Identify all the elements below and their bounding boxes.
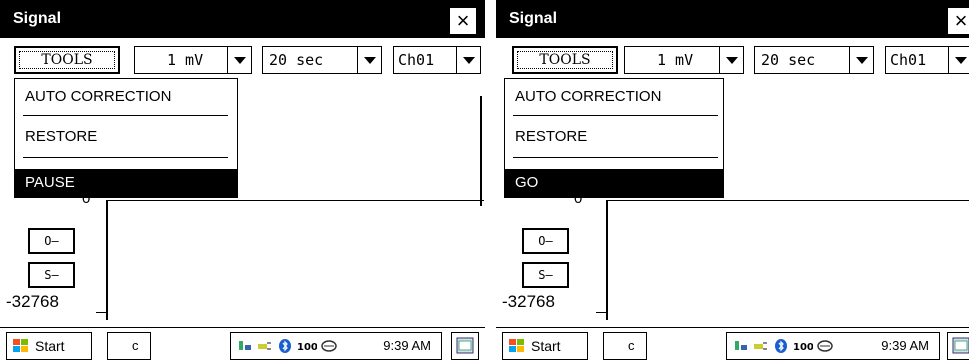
menu-item-restore[interactable]: RESTORE bbox=[15, 125, 237, 149]
svg-text:100: 100 bbox=[297, 342, 317, 353]
svg-text:100: 100 bbox=[793, 342, 813, 353]
battery-icon[interactable]: 100 bbox=[297, 339, 317, 353]
zero-line bbox=[106, 200, 484, 201]
plot-right-edge bbox=[480, 96, 482, 206]
windows-flag-icon bbox=[509, 339, 524, 352]
task-slot[interactable]: c bbox=[603, 332, 647, 360]
system-tray: 100 9:39 AM bbox=[726, 332, 940, 360]
dropdown-arrow-icon[interactable] bbox=[948, 47, 969, 73]
title-bar: Signal × bbox=[0, 0, 485, 38]
menu-separator bbox=[513, 157, 718, 158]
y-min-label: -32768 bbox=[502, 292, 555, 311]
toolbar: TOOLS 1 mV 20 sec Ch01 bbox=[0, 38, 485, 78]
offset-minus-button[interactable]: O– bbox=[522, 228, 569, 254]
signal-window-left: Signal × TOOLS 1 mV 20 sec Ch01 0 O– S– … bbox=[0, 0, 485, 364]
dropdown-arrow-icon[interactable] bbox=[357, 47, 381, 73]
scale-minus-button[interactable]: S– bbox=[28, 262, 75, 288]
tools-menu: AUTO CORRECTION RESTORE GO bbox=[504, 78, 724, 198]
desktop-icon[interactable] bbox=[451, 332, 479, 360]
desktop-icon[interactable] bbox=[947, 332, 969, 360]
channel-select[interactable]: Ch01 bbox=[885, 46, 969, 74]
menu-separator bbox=[23, 157, 228, 158]
sync-icon[interactable] bbox=[817, 339, 833, 353]
task-text: c bbox=[628, 338, 635, 353]
power-icon[interactable] bbox=[257, 339, 273, 353]
y-min-tick bbox=[96, 312, 106, 313]
taskbar: Start c 100 9:39 AM bbox=[496, 327, 969, 364]
start-label: Start bbox=[35, 338, 65, 354]
windows-flag-icon bbox=[13, 339, 28, 352]
time-value: 20 sec bbox=[269, 51, 324, 69]
menu-separator bbox=[513, 115, 718, 116]
tools-button[interactable]: TOOLS bbox=[512, 46, 618, 74]
clock[interactable]: 9:39 AM bbox=[881, 333, 929, 359]
menu-separator bbox=[23, 115, 228, 116]
power-icon[interactable] bbox=[753, 339, 769, 353]
battery-icon[interactable]: 100 bbox=[793, 339, 813, 353]
window-title: Signal bbox=[13, 10, 62, 27]
bluetooth-icon[interactable] bbox=[277, 339, 293, 353]
channel-value: Ch01 bbox=[890, 51, 927, 69]
scale-value: 1 mV bbox=[167, 51, 204, 69]
menu-item-pause[interactable]: PAUSE bbox=[15, 169, 237, 197]
task-text: c bbox=[132, 338, 139, 353]
tools-menu: AUTO CORRECTION RESTORE PAUSE bbox=[14, 78, 238, 198]
menu-item-auto-correction[interactable]: AUTO CORRECTION bbox=[505, 85, 723, 109]
close-icon[interactable]: × bbox=[948, 8, 969, 34]
y-axis bbox=[606, 200, 608, 320]
offset-minus-button[interactable]: O– bbox=[28, 228, 75, 254]
scale-minus-button[interactable]: S– bbox=[522, 262, 569, 288]
time-select[interactable]: 20 sec bbox=[262, 46, 382, 74]
close-icon[interactable]: × bbox=[450, 8, 476, 34]
y-min-label: -32768 bbox=[6, 292, 59, 311]
sync-icon[interactable] bbox=[321, 339, 337, 353]
dropdown-arrow-icon[interactable] bbox=[719, 47, 743, 73]
y-min-tick bbox=[596, 312, 606, 313]
time-value: 20 sec bbox=[761, 51, 816, 69]
system-tray: 100 9:39 AM bbox=[230, 332, 442, 360]
tools-button[interactable]: TOOLS bbox=[14, 46, 120, 74]
dropdown-arrow-icon[interactable] bbox=[227, 47, 251, 73]
start-label: Start bbox=[531, 338, 561, 354]
time-select[interactable]: 20 sec bbox=[754, 46, 874, 74]
scale-value: 1 mV bbox=[657, 51, 694, 69]
channel-value: Ch01 bbox=[398, 51, 435, 69]
bluetooth-icon[interactable] bbox=[773, 339, 789, 353]
zero-line bbox=[606, 200, 969, 201]
menu-item-restore[interactable]: RESTORE bbox=[505, 125, 723, 149]
task-slot[interactable]: c bbox=[107, 332, 151, 360]
window-title: Signal bbox=[509, 10, 558, 27]
menu-item-auto-correction[interactable]: AUTO CORRECTION bbox=[15, 85, 237, 109]
scale-select[interactable]: 1 mV bbox=[624, 46, 744, 74]
y-axis bbox=[106, 200, 108, 320]
menu-item-go[interactable]: GO bbox=[505, 169, 723, 197]
network-icon[interactable] bbox=[733, 339, 749, 353]
clock[interactable]: 9:39 AM bbox=[383, 333, 431, 359]
dropdown-arrow-icon[interactable] bbox=[849, 47, 873, 73]
dropdown-arrow-icon[interactable] bbox=[456, 47, 480, 73]
network-icon[interactable] bbox=[237, 339, 253, 353]
scale-select[interactable]: 1 mV bbox=[134, 46, 252, 74]
toolbar: TOOLS 1 mV 20 sec Ch01 bbox=[496, 38, 969, 78]
signal-window-right: Signal × TOOLS 1 mV 20 sec Ch01 0 O– S– … bbox=[496, 0, 969, 364]
title-bar: Signal × bbox=[496, 0, 969, 38]
start-button[interactable]: Start bbox=[502, 332, 588, 360]
taskbar: Start c 100 9:39 AM bbox=[0, 327, 485, 364]
start-button[interactable]: Start bbox=[6, 332, 92, 360]
channel-select[interactable]: Ch01 bbox=[393, 46, 481, 74]
